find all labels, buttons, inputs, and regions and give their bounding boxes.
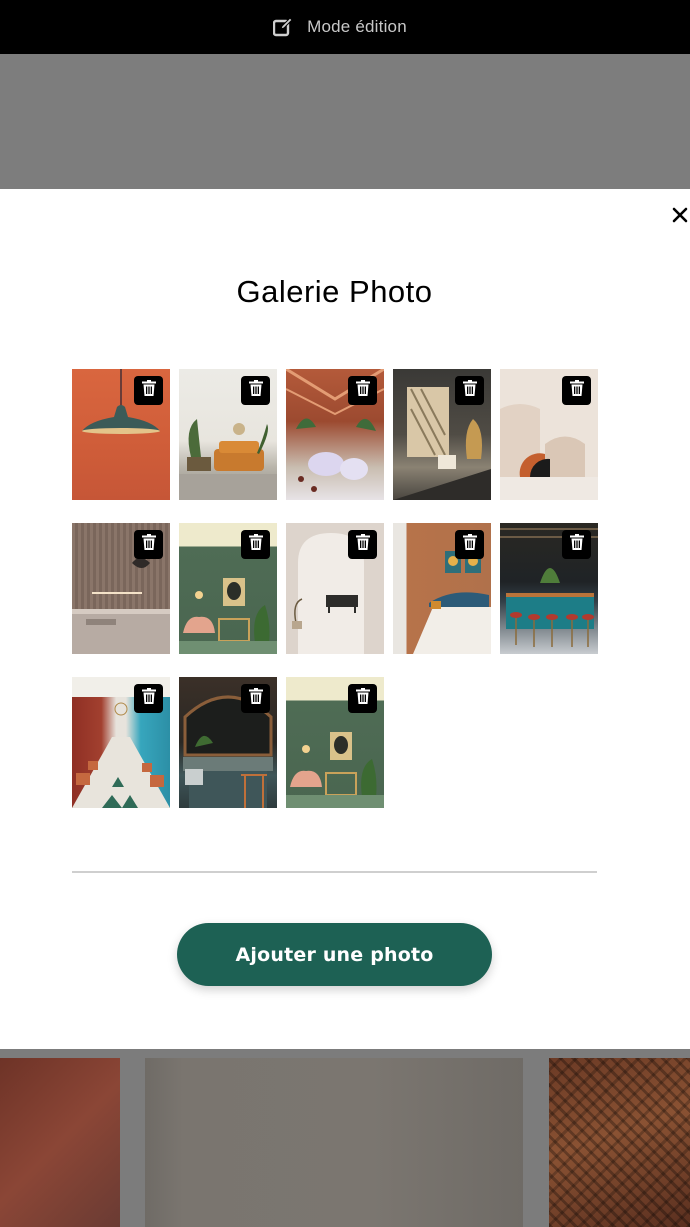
background-gallery-image <box>0 1058 120 1227</box>
gallery-photo <box>393 523 491 654</box>
trash-icon <box>569 534 584 555</box>
delete-photo-button[interactable] <box>455 376 484 405</box>
gallery-photo <box>179 677 277 808</box>
delete-photo-button[interactable] <box>134 684 163 713</box>
gallery-photo <box>286 677 384 808</box>
trash-icon <box>462 534 477 555</box>
edit-mode-label: Mode édition <box>307 17 407 36</box>
delete-photo-button[interactable] <box>134 376 163 405</box>
trash-icon <box>141 688 156 709</box>
gallery-photo <box>500 369 598 500</box>
trash-icon <box>248 688 263 709</box>
trash-icon <box>462 380 477 401</box>
delete-photo-button[interactable] <box>348 530 377 559</box>
background-gallery-image <box>549 1058 690 1227</box>
gallery-photo <box>179 369 277 500</box>
gallery-photo <box>179 523 277 654</box>
gallery-photo <box>72 677 170 808</box>
delete-photo-button[interactable] <box>348 376 377 405</box>
close-icon <box>672 207 688 228</box>
delete-photo-button[interactable] <box>562 376 591 405</box>
gallery-photo <box>286 523 384 654</box>
delete-photo-button[interactable] <box>562 530 591 559</box>
close-button[interactable] <box>670 207 690 227</box>
gallery-photo <box>286 369 384 500</box>
trash-icon <box>141 534 156 555</box>
trash-icon <box>141 380 156 401</box>
delete-photo-button[interactable] <box>134 530 163 559</box>
background-gallery-image <box>145 1058 523 1227</box>
gallery-photo <box>72 369 170 500</box>
divider <box>72 871 597 873</box>
delete-photo-button[interactable] <box>455 530 484 559</box>
delete-photo-button[interactable] <box>348 684 377 713</box>
edit-mode-bar: Mode édition <box>0 0 690 54</box>
delete-photo-button[interactable] <box>241 530 270 559</box>
delete-photo-button[interactable] <box>241 684 270 713</box>
edit-icon <box>272 17 293 37</box>
trash-icon <box>355 688 370 709</box>
trash-icon <box>248 534 263 555</box>
trash-icon <box>355 380 370 401</box>
trash-icon <box>569 380 584 401</box>
delete-photo-button[interactable] <box>241 376 270 405</box>
add-photo-button[interactable]: Ajouter une photo <box>177 923 492 986</box>
gallery-photo <box>500 523 598 654</box>
trash-icon <box>355 534 370 555</box>
trash-icon <box>248 380 263 401</box>
gallery-photo <box>72 523 170 654</box>
gallery-photo <box>393 369 491 500</box>
modal-title: Galerie Photo <box>236 274 433 309</box>
